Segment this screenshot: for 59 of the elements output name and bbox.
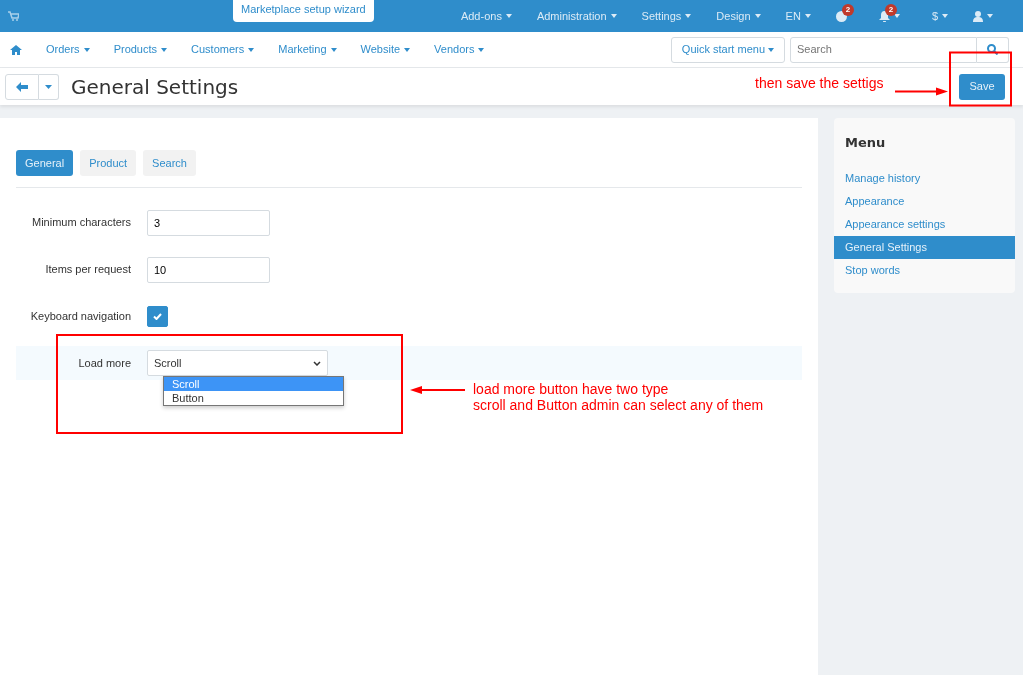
tab[interactable]: Product <box>80 150 137 176</box>
sidebar-item[interactable]: Appearance <box>834 189 1015 213</box>
user-icon <box>973 10 983 22</box>
input-field[interactable]: 10 <box>147 256 270 283</box>
page-title: General Settings <box>71 74 239 99</box>
annotation-text: load more button have two type scroll and Button admin can select any of them <box>473 381 764 413</box>
field-label: Items per request <box>44 262 132 278</box>
home-icon <box>10 44 22 55</box>
top-menu[interactable]: EN <box>785 7 811 25</box>
chevron-icon <box>313 360 321 366</box>
annotation-arrow <box>410 386 466 394</box>
top-menu[interactable]: Design <box>716 7 761 25</box>
search-field[interactable]: Search <box>790 36 977 63</box>
search-icon <box>987 44 998 55</box>
sidebar-item[interactable]: General Settings <box>834 235 1015 259</box>
dropdown-option[interactable]: Scroll <box>164 377 343 391</box>
back-arrow-icon <box>16 81 28 92</box>
top-menu[interactable]: Administration <box>536 7 617 25</box>
cart-icon <box>8 11 19 21</box>
dropdown-option[interactable]: Button <box>164 391 343 405</box>
tab[interactable]: General <box>16 150 74 176</box>
nav-menu[interactable]: Website <box>360 41 411 58</box>
history-dropdown-button[interactable] <box>39 73 59 100</box>
nav-menu[interactable]: Products <box>113 41 168 58</box>
nav-menu[interactable]: Orders <box>46 41 90 58</box>
nav-menu[interactable]: Vendors <box>434 41 485 58</box>
user-menu[interactable] <box>973 10 993 22</box>
top-menu[interactable]: Add-ons <box>460 7 512 25</box>
back-button[interactable] <box>5 73 39 100</box>
input-field[interactable]: 3 <box>147 209 270 236</box>
search-button[interactable] <box>977 36 1009 63</box>
notifications-button[interactable]: 2 <box>878 3 907 22</box>
bell-icon <box>878 10 890 22</box>
annotation-arrow <box>894 87 948 96</box>
home-button[interactable] <box>10 44 22 55</box>
wizard-button[interactable]: Marketplace setup wizard <box>233 0 374 22</box>
field-label: Minimum characters <box>30 215 132 231</box>
nav-menu[interactable]: Customers <box>191 41 255 58</box>
checkmark-icon <box>153 313 162 320</box>
sidebar-title: Menu <box>844 134 887 152</box>
notification-badge: 2 <box>841 3 854 16</box>
annotation-text: then save the settigs <box>755 74 884 91</box>
quick-start-menu[interactable]: Quick start menu <box>670 36 785 63</box>
top-menu[interactable]: Settings <box>641 7 692 25</box>
notification-badge: 2 <box>884 3 897 16</box>
select-field[interactable]: Scroll <box>147 350 328 376</box>
field-label: Keyboard navigation <box>29 309 132 325</box>
checkbox[interactable] <box>147 306 168 327</box>
help-button[interactable]: 2 <box>835 3 854 22</box>
top-menu[interactable]: $ <box>931 7 948 25</box>
sidebar-item[interactable]: Manage history <box>834 166 1015 190</box>
field-label: Load more <box>77 355 132 371</box>
tab[interactable]: Search <box>143 150 196 176</box>
save-button[interactable]: Save <box>959 73 1005 100</box>
nav-menu[interactable]: Marketing <box>278 41 337 58</box>
caret-icon <box>45 84 52 89</box>
sidebar-item[interactable]: Appearance settings <box>834 212 1015 236</box>
highlight-frame <box>949 51 1012 107</box>
sidebar-item[interactable]: Stop words <box>834 258 1015 282</box>
